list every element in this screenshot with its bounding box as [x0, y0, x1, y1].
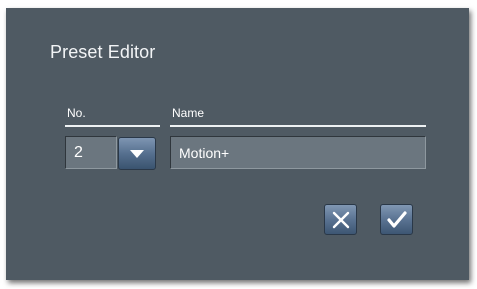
- name-divider: [170, 125, 426, 127]
- dialog-title: Preset Editor: [50, 42, 156, 62]
- preset-number-field[interactable]: 2: [65, 136, 117, 169]
- preset-editor-dialog: Preset Editor No. Name 2: [6, 8, 469, 280]
- no-column-label: No.: [67, 106, 86, 120]
- no-divider: [65, 125, 160, 127]
- ok-button[interactable]: [380, 204, 413, 235]
- chevron-down-icon: [130, 150, 144, 158]
- checkmark-icon: [387, 211, 407, 228]
- preset-name-input[interactable]: [170, 136, 426, 169]
- close-icon: [332, 211, 350, 229]
- cancel-button[interactable]: [324, 204, 357, 235]
- preset-number-dropdown-button[interactable]: [118, 137, 156, 170]
- name-column-label: Name: [172, 106, 205, 120]
